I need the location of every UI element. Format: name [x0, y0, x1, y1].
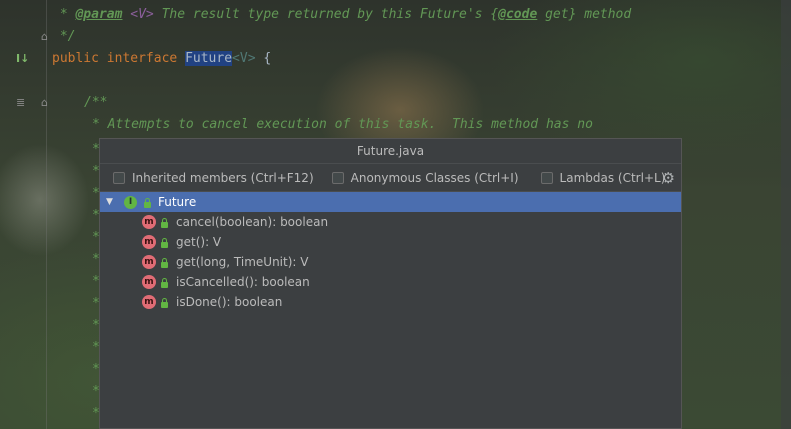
fold-icon[interactable]: ⌂: [41, 96, 48, 109]
lambdas-checkbox[interactable]: [540, 171, 553, 184]
filter-label: Anonymous Classes (Ctrl+I): [350, 170, 519, 185]
structure-tree[interactable]: ▼ I Future m cancel(boolean): boolean m …: [100, 192, 681, 312]
tree-node-member[interactable]: m get(long, TimeUnit): V: [100, 252, 681, 272]
tree-node-label: isCancelled(): boolean: [176, 275, 310, 289]
tree-node-root[interactable]: ▼ I Future: [100, 192, 681, 212]
code-line-param: * @param <V> The result type returned by…: [52, 7, 632, 22]
public-lock-icon: [161, 258, 168, 268]
code-line-javadoc-text: * Attempts to cancel execution of this t…: [92, 117, 593, 132]
tree-node-member[interactable]: m isDone(): boolean: [100, 292, 681, 312]
public-lock-icon: [144, 198, 151, 208]
filter-inherited-members[interactable]: Inherited members (Ctrl+F12): [113, 171, 314, 185]
method-icon: m: [142, 215, 156, 229]
method-icon: m: [142, 235, 156, 249]
public-lock-icon: [161, 218, 168, 228]
tree-node-label: get(): V: [176, 235, 222, 249]
popup-title[interactable]: Future.java: [100, 139, 681, 164]
filter-anonymous-classes[interactable]: Anonymous Classes (Ctrl+I): [331, 170, 519, 185]
method-icon: m: [142, 275, 156, 289]
filter-bar: Inherited members (Ctrl+F12) Anonymous C…: [100, 164, 681, 192]
public-lock-icon: [161, 238, 168, 248]
method-icon: m: [142, 255, 156, 269]
gear-icon[interactable]: ⚙: [662, 169, 675, 187]
public-lock-icon: [161, 298, 168, 308]
tree-node-label: isDone(): boolean: [176, 295, 283, 309]
doc-render-icon[interactable]: ≣: [16, 96, 25, 109]
anonymous-classes-checkbox[interactable]: [331, 171, 344, 184]
filter-label: Lambdas (Ctrl+L): [559, 170, 666, 185]
inherited-members-checkbox[interactable]: [113, 171, 125, 184]
code-line-javadoc-start: /**: [84, 95, 108, 110]
tree-node-label: cancel(boolean): boolean: [176, 215, 329, 229]
chevron-down-icon[interactable]: ▼: [106, 192, 113, 212]
gutter-divider: [46, 0, 47, 429]
tree-node-member[interactable]: m isCancelled(): boolean: [100, 272, 681, 292]
filter-lambdas[interactable]: Lambdas (Ctrl+L): [540, 170, 666, 185]
editor-scrollbar[interactable]: [781, 0, 791, 429]
tree-node-label: Future: [158, 195, 197, 209]
filter-label: Inherited members (Ctrl+F12): [132, 170, 314, 185]
file-structure-popup[interactable]: Future.java Inherited members (Ctrl+F12)…: [99, 138, 682, 429]
tree-node-member[interactable]: m cancel(boolean): boolean: [100, 212, 681, 232]
code-line-declaration: public interface Future<V> {: [52, 51, 272, 66]
tree-node-label: get(long, TimeUnit): V: [176, 255, 309, 269]
interface-icon: I: [124, 196, 137, 209]
selected-identifier: Future: [185, 51, 233, 66]
tree-node-member[interactable]: m get(): V: [100, 232, 681, 252]
implemented-by-icon[interactable]: I↓: [16, 52, 29, 65]
fold-icon[interactable]: ⌂: [41, 30, 48, 43]
method-icon: m: [142, 295, 156, 309]
code-line-comment-end: */: [52, 29, 76, 44]
public-lock-icon: [161, 278, 168, 288]
